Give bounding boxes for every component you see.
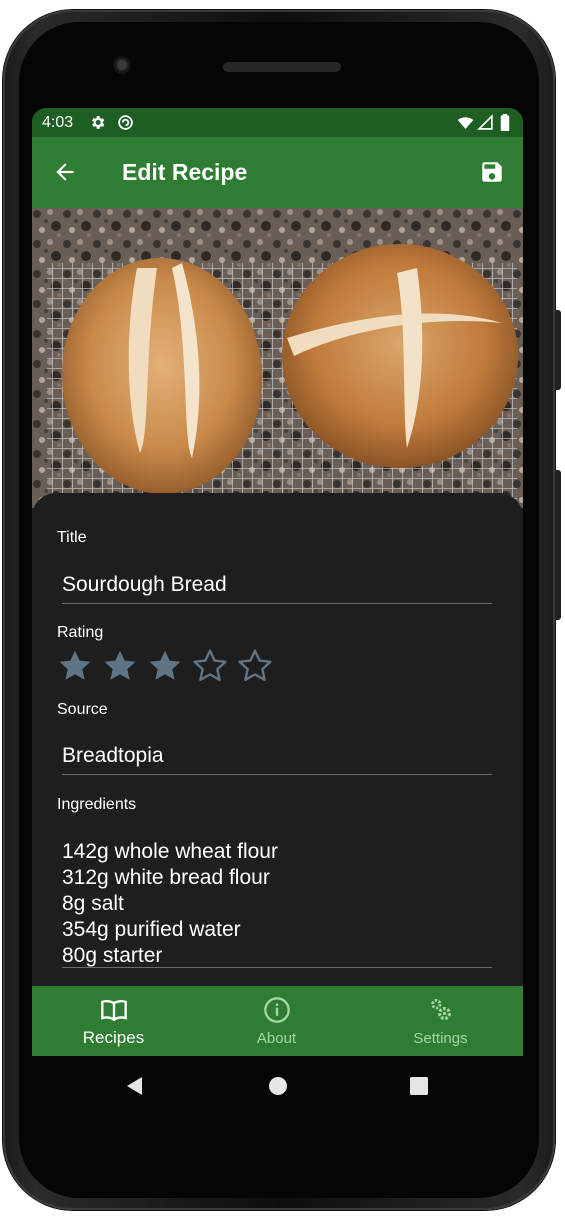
ingredients-field[interactable]: 142g whole wheat flour 312g white bread …	[62, 839, 278, 969]
volume-button	[555, 470, 561, 620]
signal-icon	[477, 114, 493, 130]
star-filled-icon[interactable]	[57, 648, 93, 684]
sync-icon	[118, 115, 133, 130]
ingredient-line: 80g starter	[62, 944, 163, 967]
source-field[interactable]: Breadtopia	[62, 743, 164, 769]
ingredient-line: 354g purified water	[62, 918, 241, 941]
source-label: Source	[57, 701, 108, 718]
system-back-icon[interactable]	[124, 1076, 144, 1096]
info-icon	[263, 997, 290, 1023]
source-underline	[62, 774, 492, 775]
status-time: 4:03	[42, 114, 74, 131]
rating-stars[interactable]	[57, 648, 273, 684]
nav-settings-label: Settings	[413, 1030, 468, 1047]
system-navigation	[32, 1056, 523, 1118]
rating-label: Rating	[57, 624, 104, 641]
nav-settings[interactable]: Settings	[359, 986, 522, 1056]
status-bar: 4:03	[32, 108, 523, 137]
earpiece-speaker	[223, 62, 341, 72]
arrow-back-icon[interactable]	[52, 159, 78, 185]
ingredient-line: 8g salt	[62, 892, 124, 915]
battery-icon	[500, 114, 510, 131]
star-filled-icon[interactable]	[102, 648, 138, 684]
nav-about-label: About	[256, 1030, 297, 1047]
gear-icon	[92, 116, 105, 129]
star-outline-icon[interactable]	[237, 648, 273, 684]
star-outline-icon[interactable]	[192, 648, 228, 684]
recipe-form: Title Sourdough Bread Rating Source Brea…	[32, 493, 523, 988]
front-camera	[113, 56, 131, 74]
title-underline	[62, 603, 492, 604]
app-screen: 4:03 Edit Recipe Title Sourdough Bread R…	[32, 108, 523, 1056]
wifi-icon	[457, 117, 474, 129]
gears-icon	[430, 999, 451, 1021]
recipe-photo[interactable]	[32, 208, 523, 508]
nav-recipes-label: Recipes	[82, 1028, 145, 1047]
title-field[interactable]: Sourdough Bread	[62, 572, 227, 598]
save-icon[interactable]	[479, 159, 505, 185]
page-title: Edit Recipe	[122, 159, 248, 185]
power-button	[555, 310, 561, 390]
star-filled-icon[interactable]	[147, 648, 183, 684]
ingredients-label: Ingredients	[57, 796, 137, 813]
book-icon	[100, 999, 127, 1022]
system-recents-icon[interactable]	[409, 1076, 429, 1096]
ingredients-underline	[62, 967, 492, 968]
system-home-icon[interactable]	[268, 1076, 288, 1096]
app-bar: Edit Recipe	[32, 137, 523, 208]
title-label: Title	[57, 529, 87, 546]
bottom-navigation: Recipes About Settings	[32, 986, 523, 1056]
nav-about[interactable]: About	[195, 986, 358, 1056]
ingredient-line: 312g white bread flour	[62, 866, 270, 889]
ingredient-line: 142g whole wheat flour	[62, 840, 278, 863]
bread-photo-image	[32, 208, 523, 508]
nav-recipes[interactable]: Recipes	[32, 986, 195, 1056]
